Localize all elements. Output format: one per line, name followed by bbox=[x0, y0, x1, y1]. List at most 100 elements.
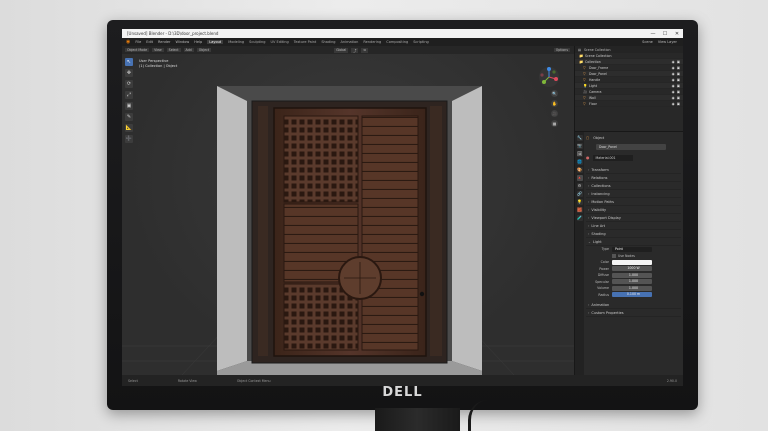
menu-file[interactable]: File bbox=[135, 40, 141, 44]
blender-logo-icon[interactable]: ◉ bbox=[126, 39, 130, 45]
annotate-tool-icon[interactable]: ✎ bbox=[125, 113, 133, 121]
scale-tool-icon[interactable]: ⤢ bbox=[125, 91, 133, 99]
outliner-row-label: Light bbox=[589, 83, 597, 88]
outliner-row[interactable]: ▽ Floor ◉ ▣ bbox=[575, 101, 683, 107]
move-tool-icon[interactable]: ✥ bbox=[125, 69, 133, 77]
output-tab-icon[interactable]: 🖼 bbox=[576, 151, 583, 157]
constraint-tab-icon[interactable]: 🔗 bbox=[576, 191, 583, 197]
tab-shading[interactable]: Shading bbox=[321, 40, 335, 44]
material-tab-icon[interactable]: 🧱 bbox=[576, 207, 583, 213]
collection-icon: 📁 bbox=[579, 59, 584, 64]
render-tab-icon[interactable]: 📷 bbox=[576, 143, 583, 149]
ortho-toggle-icon[interactable]: ▦ bbox=[551, 120, 558, 127]
visibility-eye-icon[interactable]: ◉ bbox=[672, 60, 675, 64]
close-button[interactable]: ✕ bbox=[671, 31, 683, 37]
diffuse-field[interactable]: 1.000 bbox=[612, 272, 652, 278]
visibility-eye-icon[interactable]: ◉ bbox=[672, 78, 675, 82]
maximize-button[interactable]: ☐ bbox=[659, 31, 671, 37]
tab-sculpting[interactable]: Sculpting bbox=[249, 40, 265, 44]
outliner-row-label: Door_Panel bbox=[589, 71, 607, 76]
tab-compositing[interactable]: Compositing bbox=[386, 40, 408, 44]
object-tab-icon[interactable]: 🔺 bbox=[576, 175, 583, 181]
camera-render-icon[interactable]: ▣ bbox=[677, 90, 680, 94]
outliner-header: ▤ Scene Collection bbox=[575, 46, 683, 53]
world-tab-icon[interactable]: 🌐 bbox=[576, 159, 583, 165]
tab-uv-editing[interactable]: UV Editing bbox=[270, 40, 288, 44]
camera-render-icon[interactable]: ▣ bbox=[677, 66, 680, 70]
camera-render-icon[interactable]: ▣ bbox=[677, 96, 680, 100]
3d-viewport[interactable]: Object Mode View Select Add Object Globa… bbox=[122, 46, 574, 375]
menu-help[interactable]: Help bbox=[194, 40, 202, 44]
camera-render-icon[interactable]: ▣ bbox=[677, 78, 680, 82]
camera-render-icon[interactable]: ▣ bbox=[677, 102, 680, 106]
power-field[interactable]: 1000 W bbox=[612, 266, 652, 272]
monitor-stand bbox=[375, 408, 460, 431]
specular-field[interactable]: 1.000 bbox=[612, 279, 652, 285]
camera-render-icon[interactable]: ▣ bbox=[677, 72, 680, 76]
section-viewport-display[interactable]: › Viewport Display bbox=[586, 214, 681, 222]
bottom-sections: › Animation › Custom Properties bbox=[586, 301, 681, 317]
object-name-field[interactable]: Door_Panel bbox=[596, 144, 666, 150]
view-layer-selector[interactable]: View Layer bbox=[658, 40, 677, 44]
camera-view-icon[interactable]: 🎥 bbox=[551, 110, 558, 117]
menu-edit[interactable]: Edit bbox=[146, 40, 153, 44]
section-transform[interactable]: › Transform bbox=[586, 166, 681, 174]
section-instancing[interactable]: › Instancing bbox=[586, 190, 681, 198]
tab-texture-paint[interactable]: Texture Paint bbox=[294, 40, 317, 44]
transform-tool-icon[interactable]: ▣ bbox=[125, 102, 133, 110]
visibility-eye-icon[interactable]: ◉ bbox=[672, 66, 675, 70]
scene-selector[interactable]: Scene bbox=[642, 40, 653, 44]
monitor-cable bbox=[468, 400, 508, 431]
section-line-art[interactable]: › Line Art bbox=[586, 222, 681, 230]
navigation-gizmo-icon[interactable] bbox=[538, 66, 560, 88]
visibility-eye-icon[interactable]: ◉ bbox=[672, 96, 675, 100]
select-tool-icon[interactable]: ↖ bbox=[125, 58, 133, 66]
camera-render-icon[interactable]: ▣ bbox=[677, 60, 680, 64]
tab-scripting[interactable]: Scripting bbox=[413, 40, 429, 44]
section-light[interactable]: ⌄ Light bbox=[586, 238, 681, 246]
visibility-eye-icon[interactable]: ◉ bbox=[672, 72, 675, 76]
tab-layout[interactable]: Layout bbox=[207, 40, 224, 44]
zoom-icon[interactable]: 🔍 bbox=[551, 90, 558, 97]
tool-tab-icon[interactable]: 🔧 bbox=[576, 135, 583, 141]
section-motion-paths[interactable]: › Motion Paths bbox=[586, 198, 681, 206]
material-slot-field[interactable]: Material.001 bbox=[592, 154, 633, 161]
outliner-row-label: Collection bbox=[585, 59, 601, 64]
light-type-dropdown[interactable]: Point bbox=[612, 246, 652, 252]
light-settings: Type Point Use Nodes Color Power 1000 W Di… bbox=[586, 246, 681, 298]
minimize-button[interactable]: — bbox=[647, 31, 659, 37]
measure-tool-icon[interactable]: 📐 bbox=[125, 124, 133, 132]
menu-window[interactable]: Window bbox=[175, 40, 189, 44]
screen: [Unsaved] Blender - D:\3D\door_project.b… bbox=[122, 29, 683, 386]
menu-render[interactable]: Render bbox=[158, 40, 170, 44]
section-shading[interactable]: › Shading bbox=[586, 230, 681, 238]
rotate-tool-icon[interactable]: ⟳ bbox=[125, 80, 133, 88]
section-custom-properties[interactable]: › Custom Properties bbox=[586, 309, 681, 317]
volume-field[interactable]: 1.000 bbox=[612, 285, 652, 291]
section-animation[interactable]: › Animation bbox=[586, 301, 681, 309]
add-cube-tool-icon[interactable]: ➕ bbox=[125, 135, 133, 143]
mesh-icon: ▽ bbox=[583, 95, 586, 100]
tab-rendering[interactable]: Rendering bbox=[363, 40, 381, 44]
radius-field[interactable]: 0.100 m bbox=[612, 292, 652, 298]
light-color-swatch[interactable] bbox=[612, 259, 652, 265]
tab-modeling[interactable]: Modeling bbox=[228, 40, 244, 44]
scene-tab-icon[interactable]: 🎨 bbox=[576, 167, 583, 173]
pan-icon[interactable]: ✋ bbox=[551, 100, 558, 107]
sections-list: › Transform › Relations › Collections › Inst… bbox=[586, 166, 681, 246]
camera-render-icon[interactable]: ▣ bbox=[677, 84, 680, 88]
visibility-eye-icon[interactable]: ◉ bbox=[672, 90, 675, 94]
section-collections[interactable]: › Collections bbox=[586, 182, 681, 190]
section-relations[interactable]: › Relations bbox=[586, 174, 681, 182]
light-data-tab-icon[interactable]: 💡 bbox=[576, 199, 583, 205]
properties-body: ▢ Object Door_Panel ● Material.001 › Tran… bbox=[586, 134, 681, 317]
visibility-eye-icon[interactable]: ◉ bbox=[672, 84, 675, 88]
visibility-eye-icon[interactable]: ◉ bbox=[672, 102, 675, 106]
outliner-filter-icon[interactable]: ▤ bbox=[578, 48, 581, 52]
texture-tab-icon[interactable]: 🧪 bbox=[576, 215, 583, 221]
use-nodes-checkbox[interactable] bbox=[612, 253, 616, 258]
section-visibility[interactable]: › Visibility bbox=[586, 206, 681, 214]
tab-animation[interactable]: Animation bbox=[341, 40, 359, 44]
modifier-tab-icon[interactable]: ⚙ bbox=[576, 183, 583, 189]
right-sidelight bbox=[430, 106, 442, 356]
